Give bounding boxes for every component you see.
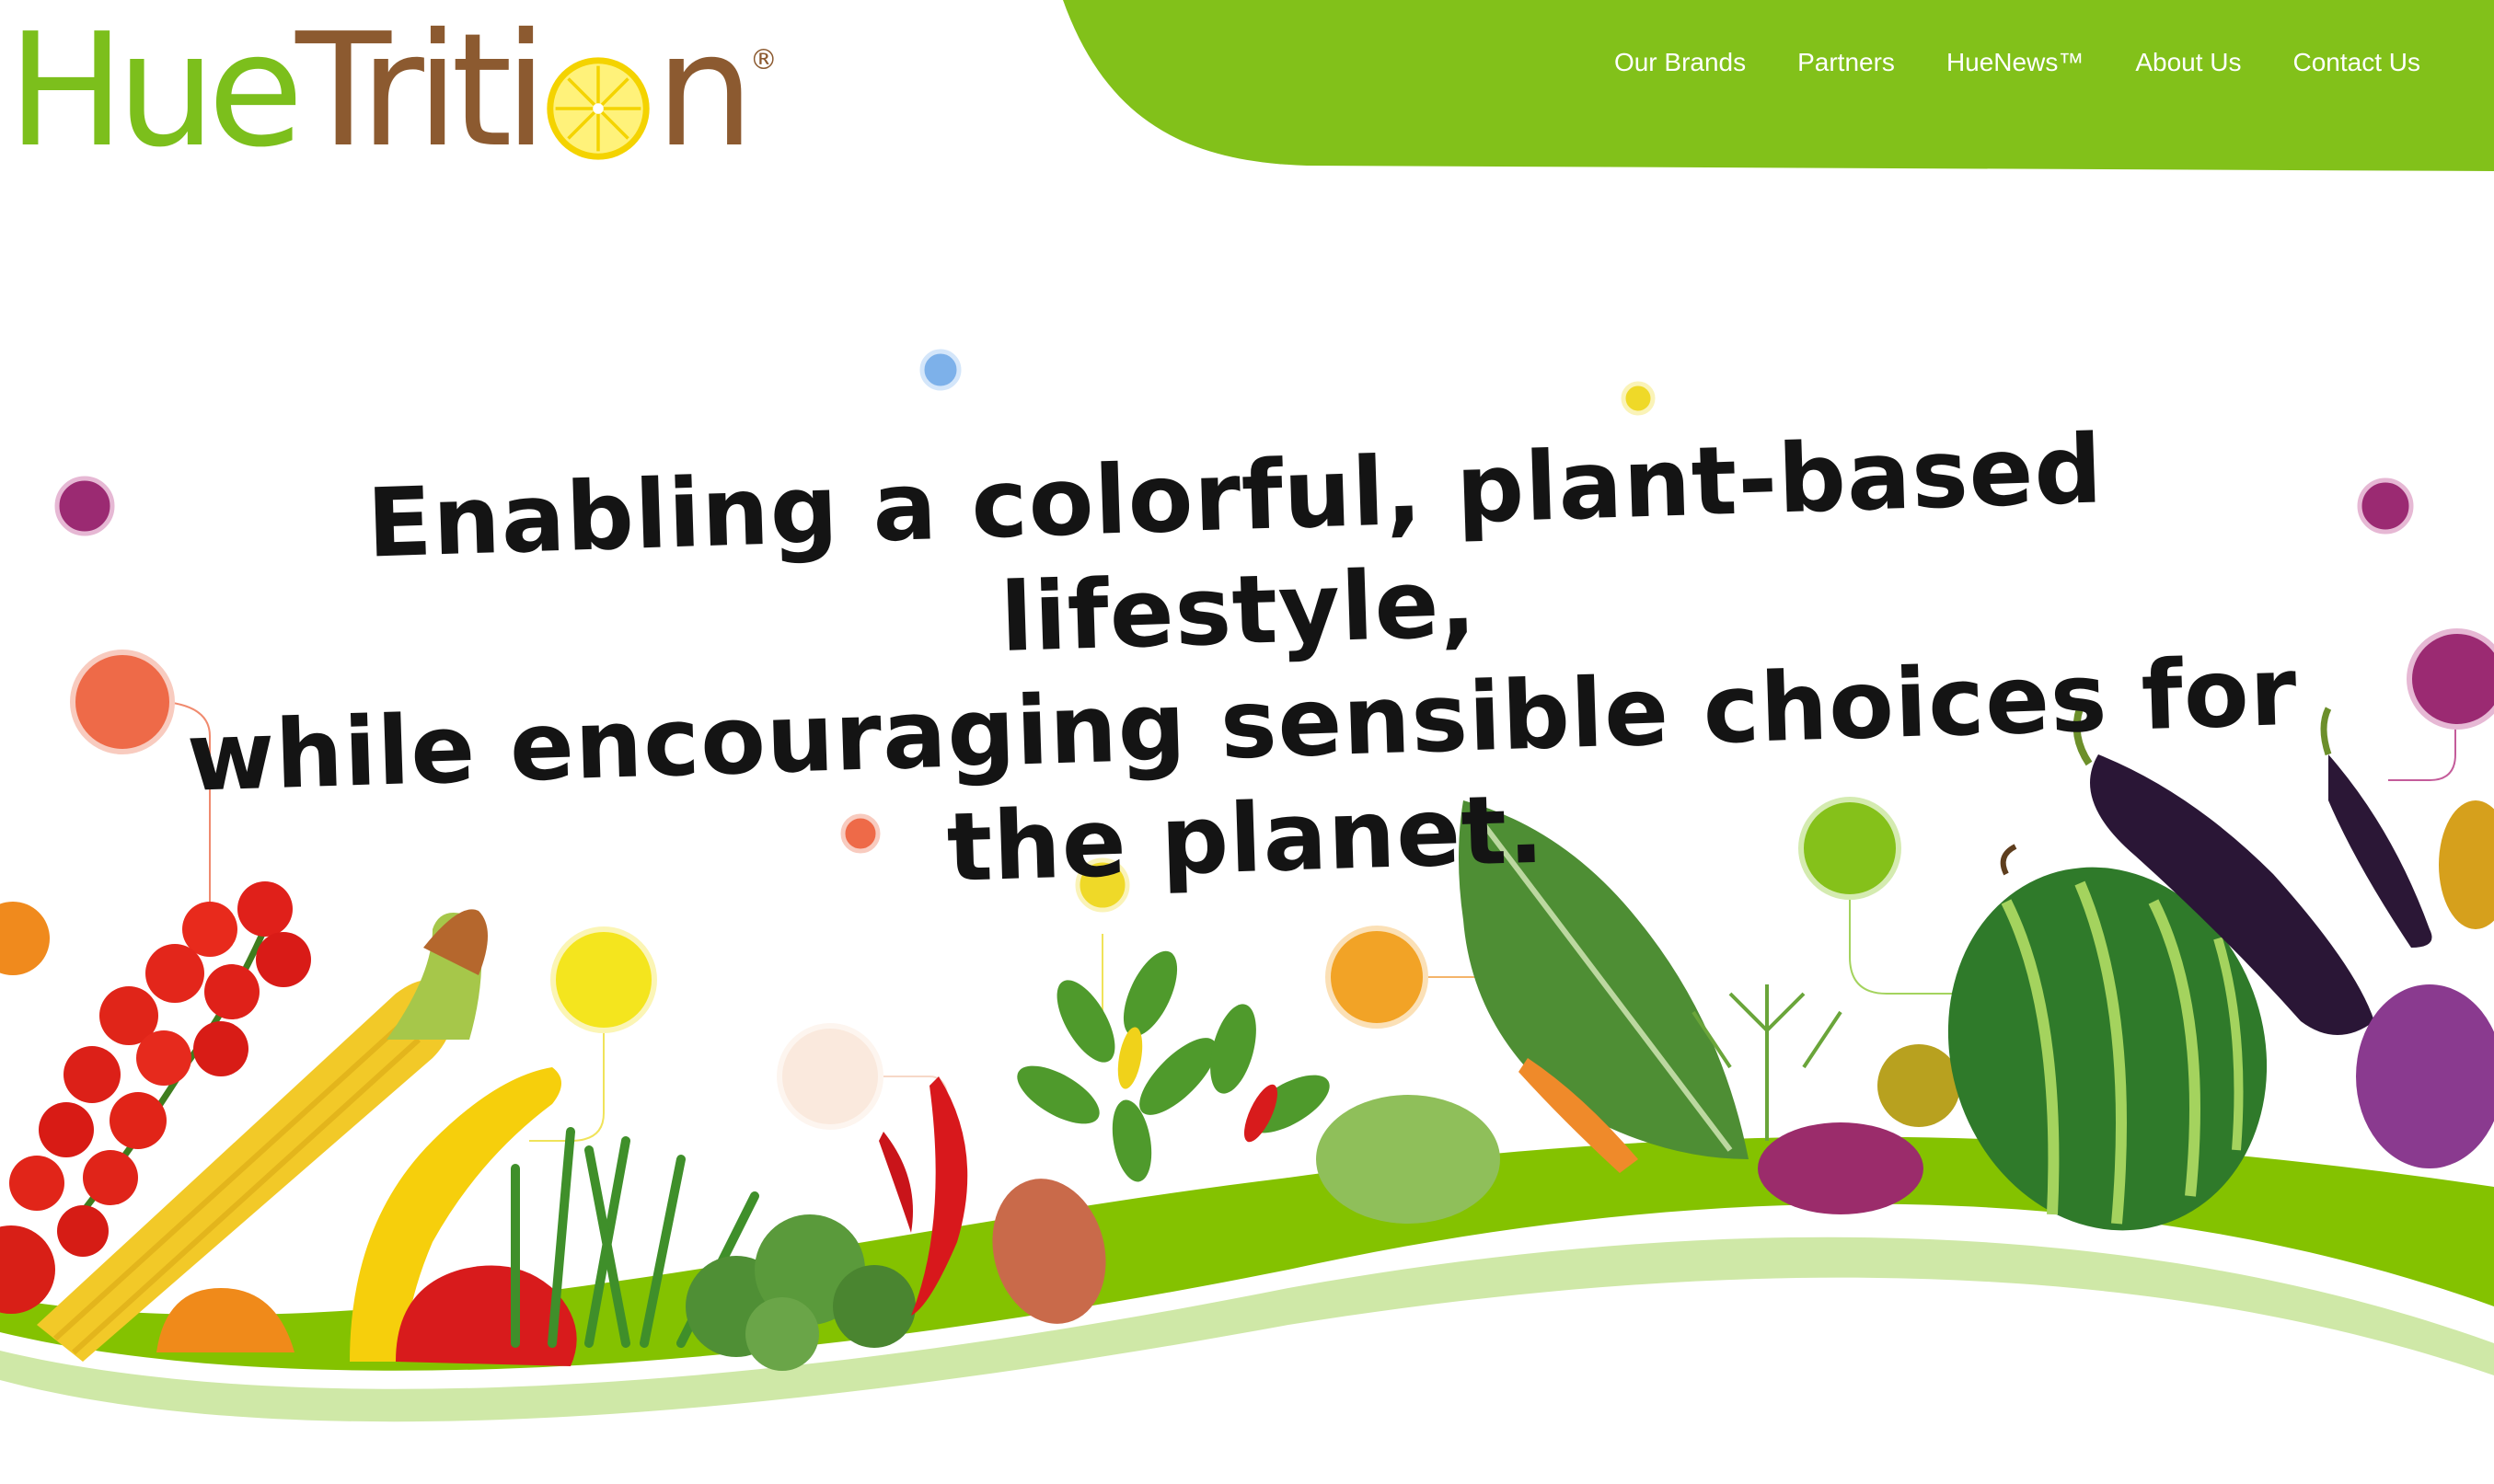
nav-contact-us[interactable]: Contact Us [2293, 48, 2421, 77]
dot-peach [777, 1023, 883, 1130]
registered-mark: ® [749, 44, 778, 76]
logo[interactable]: Hue Triti n ® [7, 13, 778, 169]
page: Hue Triti n ® Our Brands Partners HueNew… [0, 0, 2494, 1484]
main-nav: Our Brands Partners HueNews™ About Us Co… [1614, 48, 2420, 77]
dot-magenta-edge [2407, 628, 2494, 730]
dot-magenta-left [54, 476, 115, 536]
dot-yellow-large [550, 926, 657, 1033]
dot-yellow-small [1621, 381, 1656, 416]
dot-magenta-right [2357, 477, 2414, 535]
logo-text-triti: Triti [295, 0, 548, 182]
hero-headline: Enabling a colorful, plant-based lifesty… [130, 405, 2351, 930]
nav-huenews[interactable]: HueNews™ [1946, 48, 2084, 77]
nav-about-us[interactable]: About Us [2135, 48, 2241, 77]
logo-text-hue: Hue [7, 0, 304, 182]
logo-text-n: n [655, 0, 755, 182]
dot-orange [1325, 926, 1428, 1029]
lemon-slice-icon [547, 57, 650, 160]
nav-partners[interactable]: Partners [1797, 48, 1895, 77]
nav-our-brands[interactable]: Our Brands [1614, 48, 1746, 77]
dot-blue [919, 349, 962, 391]
